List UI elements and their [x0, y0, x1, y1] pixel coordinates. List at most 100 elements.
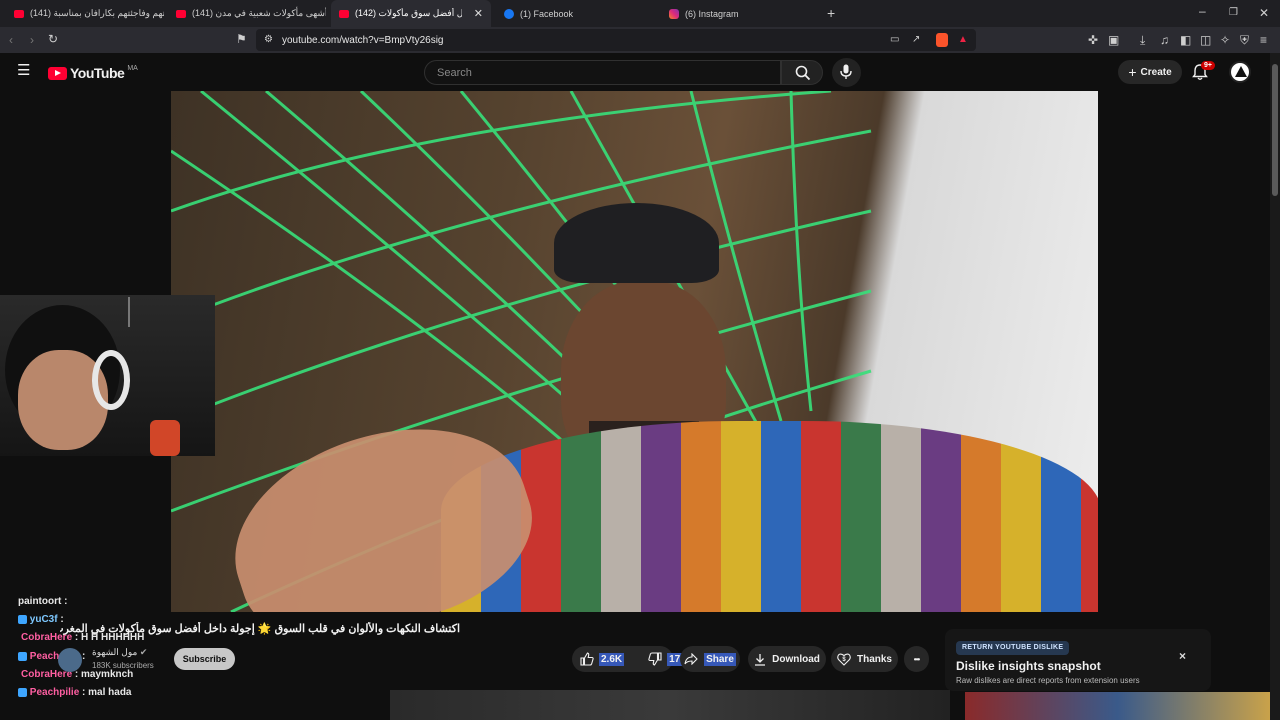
download-button[interactable]: Download: [748, 646, 826, 672]
tab-label: (141) جمعتهم وفاجئتهم بكارافان بمناسبة: [30, 8, 164, 18]
youtube-favicon-icon: [14, 9, 24, 18]
youtube-logo[interactable]: YouTube MA: [48, 65, 138, 81]
channel-name[interactable]: مول الشهوة ✔: [92, 647, 147, 658]
back-icon[interactable]: ‹: [9, 34, 13, 46]
browser-tab-instagram[interactable]: (6) Instagram: [661, 0, 825, 27]
related-content-preview[interactable]: [390, 690, 950, 720]
share-button[interactable]: Share: [680, 646, 740, 672]
rtd-title: Dislike insights snapshot: [956, 659, 1101, 673]
verified-check-icon: ✔: [139, 647, 148, 657]
chat-message: paintoort :: [18, 596, 68, 607]
ai-assistant-icon[interactable]: ✧: [1220, 34, 1230, 46]
subscribe-button[interactable]: Subscribe: [174, 648, 235, 670]
hamburger-menu-icon[interactable]: ☰: [17, 63, 30, 78]
vpn-icon[interactable]: ⛨: [1240, 34, 1249, 46]
sidebar-toggle-icon[interactable]: ◧: [1180, 34, 1191, 46]
site-settings-icon[interactable]: ⚙: [264, 34, 273, 46]
chair-accent: [150, 420, 180, 456]
twitch-badge-icon: [18, 687, 27, 697]
chat-message: Peachpilie : mal hada: [18, 687, 132, 698]
video-player[interactable]: [171, 91, 1098, 612]
reload-icon[interactable]: ↻: [48, 33, 58, 45]
browser-tab-active[interactable]: (142) جولة داخل أفضل سوق مأكولات ✕: [331, 0, 491, 27]
browser-toolbar: ‹ › ↻ ⚑ ⚙ youtube.com/watch?v=BmpVty26si…: [0, 27, 1280, 53]
youtube-logo-text: YouTube: [70, 65, 125, 81]
channel-avatar[interactable]: [58, 648, 82, 672]
twitch-badge-icon: [18, 614, 27, 624]
share-arrow-icon: [684, 653, 698, 665]
more-actions-button[interactable]: •••: [904, 646, 929, 672]
browser-tab-1[interactable]: (141) جمعتهم وفاجئتهم بكارافان بمناسبة: [6, 0, 164, 27]
tab-label: (1) Facebook: [520, 8, 574, 19]
dislike-button[interactable]: 17: [648, 652, 683, 666]
tab-label: (142) جولة داخل أفضل سوق مأكولات: [355, 8, 462, 18]
youtube-favicon-icon: [176, 9, 186, 18]
scrollbar-thumb[interactable]: [1272, 64, 1278, 196]
thumbs-up-icon: [580, 652, 594, 666]
cast-icon[interactable]: ▭: [890, 34, 899, 46]
svg-text:$: $: [842, 657, 846, 663]
chat-message: yuC3f :: [18, 614, 64, 625]
media-icon[interactable]: ♫: [1160, 34, 1169, 46]
region-code: MA: [127, 65, 138, 72]
chat-text: mal hada: [88, 687, 132, 698]
subscriber-count: 183K subscribers: [92, 661, 154, 670]
like-count: 2.6K: [599, 652, 625, 666]
twitch-badge-icon: [18, 651, 27, 661]
bookmark-icon[interactable]: ⚑: [236, 33, 247, 45]
lamp-decoration: [128, 297, 142, 327]
downloads-icon[interactable]: ⤓: [1140, 34, 1145, 46]
chat-username: paintoort: [18, 596, 62, 607]
related-thumbnail-preview[interactable]: [965, 692, 1270, 720]
like-dislike-group: 2.6K 17: [572, 646, 683, 672]
instagram-favicon-icon: [669, 8, 679, 19]
chat-message: CobraHere : maymknch: [18, 669, 133, 680]
share-page-icon[interactable]: ↗: [912, 34, 920, 46]
extensions-icon[interactable]: ✜: [1088, 34, 1098, 46]
youtube-masthead: ☰ YouTube MA Search + Create 9+: [0, 53, 1280, 91]
restore-window-icon[interactable]: ❐: [1229, 7, 1238, 19]
download-label: Download: [772, 653, 820, 665]
like-button[interactable]: 2.6K: [580, 652, 625, 666]
menu-icon[interactable]: ≡: [1260, 34, 1267, 46]
return-dislike-card: RETURN YOUTUBE DISLIKE × Dislike insight…: [945, 629, 1211, 691]
rtd-subtitle: Raw dislikes are direct reports from ext…: [956, 676, 1140, 685]
brave-rewards-icon[interactable]: ▲: [958, 34, 968, 46]
close-window-icon[interactable]: ✕: [1259, 7, 1269, 19]
share-label: Share: [704, 652, 736, 666]
forward-icon[interactable]: ›: [30, 34, 34, 46]
video-title: اكتشاف النكهات والألوان في قلب السوق 🌟 إ…: [60, 623, 460, 635]
search-button[interactable]: [781, 60, 823, 85]
search-input[interactable]: Search: [424, 60, 781, 85]
leo-icon[interactable]: ◫: [1200, 34, 1211, 46]
thumbs-down-icon: [648, 652, 662, 666]
close-tab-icon[interactable]: ✕: [474, 7, 483, 20]
notifications-button[interactable]: 9+: [1192, 61, 1215, 86]
download-icon: [755, 653, 766, 666]
facebook-favicon-icon: [504, 8, 514, 19]
channel-name-text: مول الشهوة: [92, 647, 138, 657]
chat-username: Peachpilie: [29, 687, 80, 698]
voice-search-button[interactable]: [832, 58, 861, 87]
microphone-icon: [840, 64, 852, 79]
create-label: Create: [1140, 66, 1172, 78]
create-button[interactable]: + Create: [1118, 60, 1182, 84]
minimize-window-icon[interactable]: –: [1199, 5, 1206, 17]
notification-count-badge: 9+: [1201, 61, 1215, 70]
close-card-icon[interactable]: ×: [1179, 649, 1186, 663]
super-thanks-icon: $: [837, 653, 851, 666]
url-text: youtube.com/watch?v=BmpVty26sig: [282, 34, 444, 46]
tab-label: (6) Instagram: [685, 8, 739, 19]
browser-tab-2[interactable]: (141) أشهى مأكولات شعبية في مدن: [168, 0, 326, 27]
chat-text: maymknch: [81, 669, 134, 680]
account-avatar[interactable]: [1229, 61, 1251, 83]
thanks-button[interactable]: $ Thanks: [831, 646, 898, 672]
youtube-favicon-icon: [339, 9, 349, 18]
browser-tab-facebook[interactable]: (1) Facebook: [496, 0, 660, 27]
browser-tab-bar: (141) جمعتهم وفاجئتهم بكارافان بمناسبة (…: [0, 0, 1280, 27]
search-icon: [795, 65, 811, 81]
new-tab-icon[interactable]: +: [827, 6, 835, 20]
url-field[interactable]: ⚙ youtube.com/watch?v=BmpVty26sig ▭ ↗ ▲: [256, 29, 976, 51]
wallet-icon[interactable]: ▣: [1108, 34, 1119, 46]
brave-shield-icon[interactable]: [936, 33, 948, 47]
